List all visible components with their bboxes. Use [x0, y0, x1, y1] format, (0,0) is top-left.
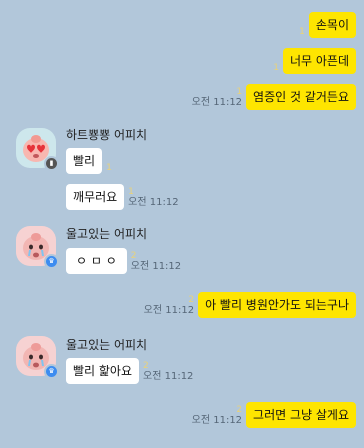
timestamp: 오전 11:12	[143, 371, 194, 382]
unread-count: 2	[188, 295, 195, 305]
timestamp: 오전 11:12	[130, 261, 182, 272]
my-message: 1 손목이	[299, 12, 356, 38]
timestamp: 오전 11:12	[143, 305, 195, 316]
their-message: 빨리 핥아요 2 오전 11:12	[66, 358, 193, 384]
profile-avatar[interactable]: ▮	[16, 128, 59, 171]
their-message: 빨리 1	[66, 148, 112, 174]
their-message: ㅇ ㅁ ㅇ 2 오전 11:12	[66, 248, 181, 274]
message-bubble[interactable]: 너무 아픈데	[282, 48, 356, 74]
unread-count: 1	[106, 163, 112, 173]
their-message: 깨무러요 1 오전 11:12	[66, 184, 179, 210]
message-bubble[interactable]: 깨무러요	[66, 184, 125, 210]
message-bubble[interactable]: 아 빨리 병원안가도 되는구나	[198, 292, 356, 318]
unread-count: 1	[299, 27, 305, 37]
profile-badge-icon: ▮	[44, 156, 59, 171]
unread-count: 2	[236, 405, 243, 415]
message-bubble[interactable]: 빨리 핥아요	[66, 358, 140, 384]
unread-count: 2	[143, 361, 149, 371]
sender-name: 하트뿅뿅 어피치	[66, 128, 148, 142]
my-message: 2 오전 11:12 아 빨리 병원안가도 되는구나	[144, 292, 356, 318]
profile-avatar[interactable]: ♛	[16, 226, 59, 269]
message-bubble[interactable]: ㅇ ㅁ ㅇ	[66, 248, 127, 274]
timestamp: 오전 11:12	[128, 197, 179, 208]
my-message: 1 너무 아픈데	[273, 48, 356, 74]
unread-count: 1	[236, 87, 243, 97]
timestamp: 오전 11:12	[191, 415, 243, 426]
chat-room: 1 손목이 1 너무 아픈데 1 오전 11:12 염증인 것 같거든요 ▮ 하…	[0, 0, 364, 448]
my-message: 2 오전 11:12 그러면 그냥 살게요	[192, 402, 356, 428]
crown-icon: ♛	[44, 364, 59, 379]
message-bubble[interactable]: 그러면 그냥 살게요	[246, 402, 356, 428]
message-bubble[interactable]: 염증인 것 같거든요	[246, 84, 356, 110]
unread-count: 2	[130, 251, 137, 261]
crown-icon: ♛	[44, 254, 59, 269]
sender-name: 울고있는 어피치	[66, 227, 148, 241]
profile-avatar[interactable]: ♛	[16, 336, 59, 379]
timestamp: 오전 11:12	[191, 97, 243, 108]
unread-count: 1	[273, 63, 279, 73]
my-message: 1 오전 11:12 염증인 것 같거든요	[192, 84, 356, 110]
message-bubble[interactable]: 빨리	[66, 148, 103, 174]
sender-name: 울고있는 어피치	[66, 338, 148, 352]
message-bubble[interactable]: 손목이	[308, 12, 356, 38]
unread-count: 1	[128, 187, 134, 197]
